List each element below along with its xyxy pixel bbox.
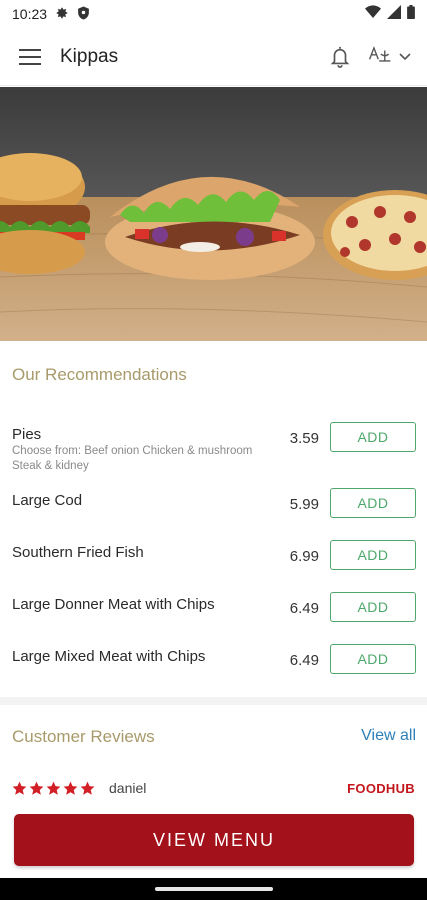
view-menu-button[interactable]: VIEW MENU (14, 814, 414, 866)
home-gesture-handle[interactable] (154, 887, 273, 891)
item-price: 6.99 (289, 548, 319, 565)
item-name: Pies (12, 426, 42, 443)
list-item: Pies Choose from: Beef onion Chicken & m… (0, 420, 427, 486)
signal-icon (387, 4, 401, 24)
list-item: Large Mixed Meat with Chips 6.49 ADD (0, 642, 427, 694)
add-button[interactable]: ADD (330, 422, 416, 452)
add-button[interactable]: ADD (330, 540, 416, 570)
star-icon (80, 781, 95, 795)
app-bar: Kippas (0, 28, 427, 86)
item-name: Large Donner Meat with Chips (12, 596, 215, 613)
view-all-reviews-link[interactable]: View all (361, 727, 416, 745)
add-button[interactable]: ADD (330, 644, 416, 674)
review-source-logo: FOODHUB (347, 780, 415, 796)
review-item: daniel FOODHUB (12, 776, 415, 800)
bell-icon[interactable] (329, 45, 351, 69)
item-name: Southern Fried Fish (12, 544, 144, 561)
item-name: Large Mixed Meat with Chips (12, 648, 206, 665)
list-item: Southern Fried Fish 6.99 ADD (0, 538, 427, 590)
battery-icon (407, 4, 415, 24)
add-button[interactable]: ADD (330, 592, 416, 622)
item-description: Choose from: Beef onion Chicken & mushro… (12, 445, 253, 472)
list-item: Large Cod 5.99 ADD (0, 486, 427, 538)
restaurant-title: Kippas (60, 45, 119, 67)
section-divider (0, 697, 427, 705)
status-bar: 10:23 (0, 0, 427, 28)
star-icon (12, 781, 27, 795)
menu-icon[interactable] (16, 43, 44, 71)
system-navigation-bar (0, 878, 427, 900)
item-price: 6.49 (289, 652, 319, 669)
gear-icon (55, 6, 69, 23)
language-icon (367, 43, 393, 70)
item-name: Large Cod (12, 492, 83, 509)
recommendations-title: Our Recommendations (12, 365, 187, 384)
chevron-down-icon (399, 48, 411, 66)
reviewer-name: daniel (109, 780, 147, 796)
language-selector[interactable] (367, 43, 411, 70)
star-rating (12, 781, 95, 796)
item-price: 3.59 (289, 430, 319, 447)
recommendations-list: Pies Choose from: Beef onion Chicken & m… (0, 420, 427, 694)
shield-icon (77, 6, 90, 23)
star-icon (29, 781, 44, 795)
add-button[interactable]: ADD (330, 488, 416, 518)
star-icon (46, 781, 61, 795)
star-icon (63, 781, 78, 795)
status-time: 10:23 (12, 6, 48, 22)
reviews-title: Customer Reviews (12, 727, 155, 746)
hero-banner-image (0, 87, 427, 341)
item-price: 6.49 (289, 600, 319, 617)
item-price: 5.99 (289, 496, 319, 513)
list-item: Large Donner Meat with Chips 6.49 ADD (0, 590, 427, 642)
wifi-icon (365, 4, 381, 24)
